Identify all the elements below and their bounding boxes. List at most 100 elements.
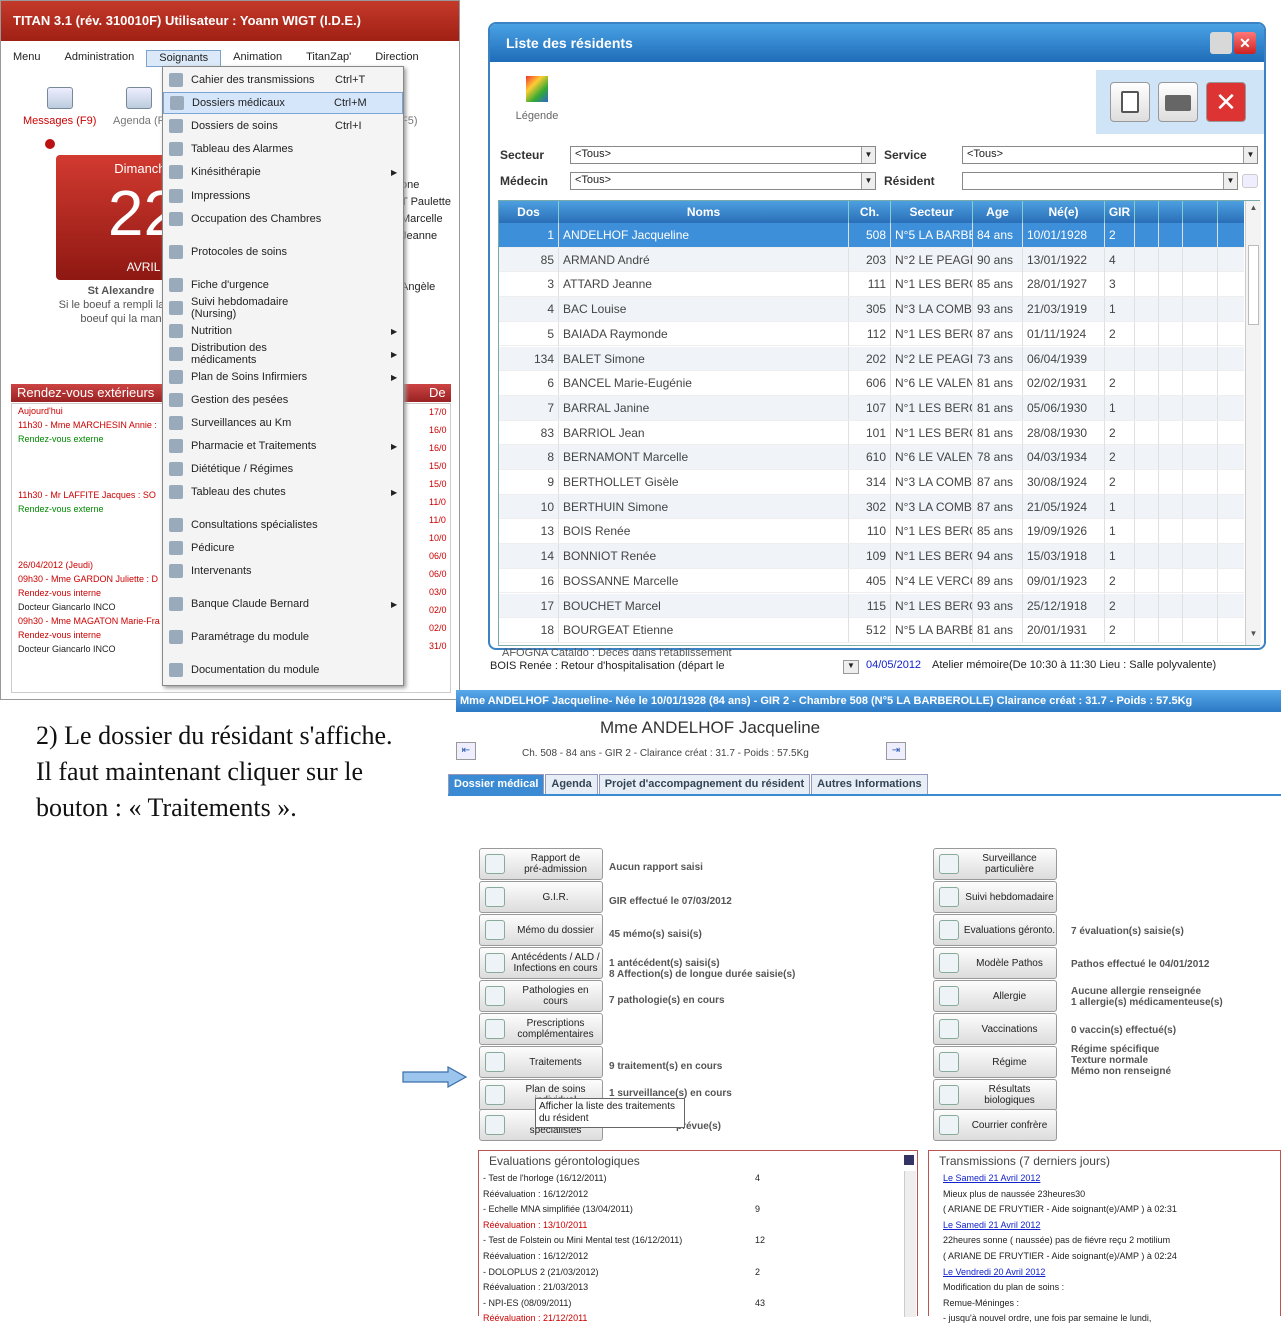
menu-item[interactable]: Plan de Soins Infirmiers ▶ [163,366,403,388]
evaluation-row[interactable]: Réévaluation : 16/12/2012 [483,1251,588,1261]
tab-dossier-medical[interactable]: Dossier médical [448,774,545,794]
evaluation-row[interactable]: - Test de l'horloge (16/12/2011) [483,1173,606,1183]
scroll-down-icon[interactable]: ▼ [843,660,859,674]
record-button[interactable]: Régime [933,1046,1057,1078]
column-header[interactable] [1135,201,1159,223]
record-button[interactable]: Résultats biologiques [933,1079,1057,1111]
table-row[interactable]: 6BANCEL Marie-Eugénie606N°6 LE VALENTINC… [499,371,1244,396]
menu-direction[interactable]: Direction [363,50,430,67]
record-button[interactable]: Traitements [479,1046,603,1078]
messages-button[interactable]: Messages (F9) [23,87,96,127]
rdv-other-tab[interactable]: De [429,385,446,400]
column-header[interactable] [1183,201,1218,223]
menu-item[interactable]: Pédicure [163,537,403,559]
transmission-row[interactable]: Le Samedi 21 Avril 2012 [943,1173,1040,1183]
table-row[interactable]: 8BERNAMONT Marcelle610N°6 LE VALENTINC78… [499,445,1244,470]
menu-item[interactable]: Cahier des transmissions Ctrl+T [163,69,403,91]
record-button[interactable]: Pathologies en cours [479,980,603,1012]
previous-resident-button[interactable]: ⇤ [456,742,476,760]
table-scrollbar[interactable]: ▲ ▼ [1245,201,1261,645]
next-resident-button[interactable]: ⇥ [886,742,906,760]
table-row[interactable]: 13BOIS Renée110N°1 LES BERGES D85 ans19/… [499,519,1244,545]
tab-agenda[interactable]: Agenda [545,774,598,794]
record-button[interactable]: G.I.R. [479,881,603,913]
tab-projet-accompagnement[interactable]: Projet d'accompagnement du résident [598,774,811,794]
menu-item[interactable]: Surveillances au Km [163,412,403,434]
menu-item[interactable]: Nutrition ▶ [163,320,403,342]
transmission-row[interactable]: Le Samedi 21 Avril 2012 [943,1220,1040,1230]
menu-item[interactable]: Tableau des Alarmes [163,138,403,160]
column-header[interactable]: GIR [1105,201,1135,223]
column-header[interactable]: Ch. [849,201,891,223]
tab-autres-informations[interactable]: Autres Informations [811,774,928,794]
table-row[interactable]: 4BAC Louise305N°3 LA COMBE D'C93 ans21/0… [499,297,1244,322]
menu-animation[interactable]: Animation [221,50,294,67]
table-row[interactable]: 1ANDELHOF Jacqueline508N°5 LA BARBEROL84… [499,223,1244,248]
legend-button[interactable]: Légende [502,76,572,122]
menu-item[interactable]: Fiche d'urgence [163,274,403,296]
menu-menu[interactable]: Menu [1,50,53,67]
menu-item[interactable]: Banque Claude Bernard ▶ [163,593,403,615]
menu-item[interactable]: Occupation des Chambres [163,208,403,230]
evaluation-row[interactable]: - NPI-ES (08/09/2011) [483,1298,571,1308]
agenda-button[interactable]: Agenda (F [113,87,164,127]
record-button[interactable]: Allergie [933,980,1057,1012]
record-button[interactable]: Courrier confrère [933,1109,1057,1141]
record-button[interactable]: Mémo du dossier [479,914,603,946]
evaluation-row[interactable]: Réévaluation : 13/10/2011 [483,1220,587,1230]
record-button[interactable]: Suivi hebdomadaire [933,881,1057,913]
transmission-row[interactable]: Le Vendredi 20 Avril 2012 [943,1267,1045,1277]
table-row[interactable]: 134 BALET Simone 202 N°2 LE PEAGE 73 ans 06/0… [499,346,1244,372]
evaluation-row[interactable]: Réévaluation : 21/03/2013 [483,1282,588,1292]
evaluation-row[interactable]: - Test de Folstein ou Mini Mental test (… [483,1235,682,1245]
table-row[interactable]: 83BARRIOL Jean101N°1 LES BERGES D81 ans2… [499,420,1244,446]
validate-icon[interactable] [1110,82,1150,122]
scroll-down-icon[interactable]: ▼ [1246,629,1261,643]
scroll-thumb[interactable] [1248,245,1259,325]
scroll-up-icon[interactable]: ▲ [1246,203,1261,217]
service-select[interactable]: <Tous> ▼ [962,146,1258,164]
column-header[interactable]: Noms [559,201,849,223]
record-button[interactable]: Evaluations géronto. [933,914,1057,946]
table-row[interactable]: 14BONNIOT Renée109N°1 LES BERGES D94 ans… [499,544,1244,569]
menu-item[interactable]: Tableau des chutes ▶ [163,481,403,503]
menu-administration[interactable]: Administration [53,50,147,67]
menu-item[interactable]: Diététique / Régimes [163,458,403,480]
evaluation-row[interactable]: Réévaluation : 16/12/2012 [483,1189,588,1199]
menu-item[interactable]: Kinésithérapie ▶ [163,161,403,183]
menu-titanzap[interactable]: TitanZap' [294,50,363,67]
menu-item[interactable]: Distribution des médicaments ▶ [163,342,403,366]
evaluations-scrollbar[interactable] [904,1171,916,1317]
column-header[interactable]: Dos [499,201,559,223]
column-header[interactable]: Secteur [891,201,973,223]
menu-item[interactable]: Impressions [163,185,403,207]
column-header[interactable] [1159,201,1183,223]
column-header[interactable]: Né(e) [1023,201,1105,223]
menu-item[interactable]: Suivi hebdomadaire (Nursing) [163,296,403,320]
table-row[interactable]: 10BERTHUIN Simone302N°3 LA COMBE D'C87 a… [499,494,1244,520]
minimize-icon[interactable] [1210,32,1232,54]
menu-item[interactable]: Protocoles de soins [163,241,403,263]
record-button[interactable]: Surveillance particulière [933,848,1057,880]
table-row[interactable]: 16BOSSANNE Marcelle405N°4 LE VERCORS89 a… [499,568,1244,594]
table-row[interactable]: 85 ARMAND André 203 N°2 LE PEAGE 90 ans 13/01… [499,247,1244,273]
evaluation-row[interactable]: - DOLOPLUS 2 (21/03/2012) [483,1267,599,1277]
evaluation-row[interactable]: Réévaluation : 21/12/2011 [483,1313,587,1323]
record-button[interactable]: Prescriptions complémentaires [479,1013,603,1045]
record-button[interactable]: Antécédents / ALD / Infections en cours [479,947,603,979]
menu-item[interactable]: Pharmacie et Traitements ▶ [163,435,403,457]
table-row[interactable]: 3ATTARD Jeanne111N°1 LES BERGES D85 ans2… [499,272,1244,298]
menu-item[interactable]: Dossiers médicaux Ctrl+M [163,92,403,114]
column-header[interactable]: Age [973,201,1023,223]
menu-item[interactable]: Consultations spécialistes [163,514,403,536]
table-row[interactable]: 7BARRAL Janine107N°1 LES BERGES D81 ans0… [499,395,1244,421]
menu-item[interactable]: Documentation du module [163,659,403,681]
menu-item[interactable]: Paramétrage du module [163,626,403,648]
menu-soignants[interactable]: Soignants [146,50,222,67]
printer-icon[interactable] [1158,82,1198,122]
cancel-icon[interactable]: ✕ [1206,82,1246,122]
table-row[interactable]: 9BERTHOLLET Gisèle314N°3 LA COMBE D'C87 … [499,470,1244,495]
table-row[interactable]: 18BOURGEAT Etienne512N°5 LA BARBEROL81 a… [499,618,1244,643]
table-row[interactable]: 17BOUCHET Marcel115N°1 LES BERGES D93 an… [499,593,1244,619]
close-icon[interactable]: ✕ [1234,32,1256,54]
